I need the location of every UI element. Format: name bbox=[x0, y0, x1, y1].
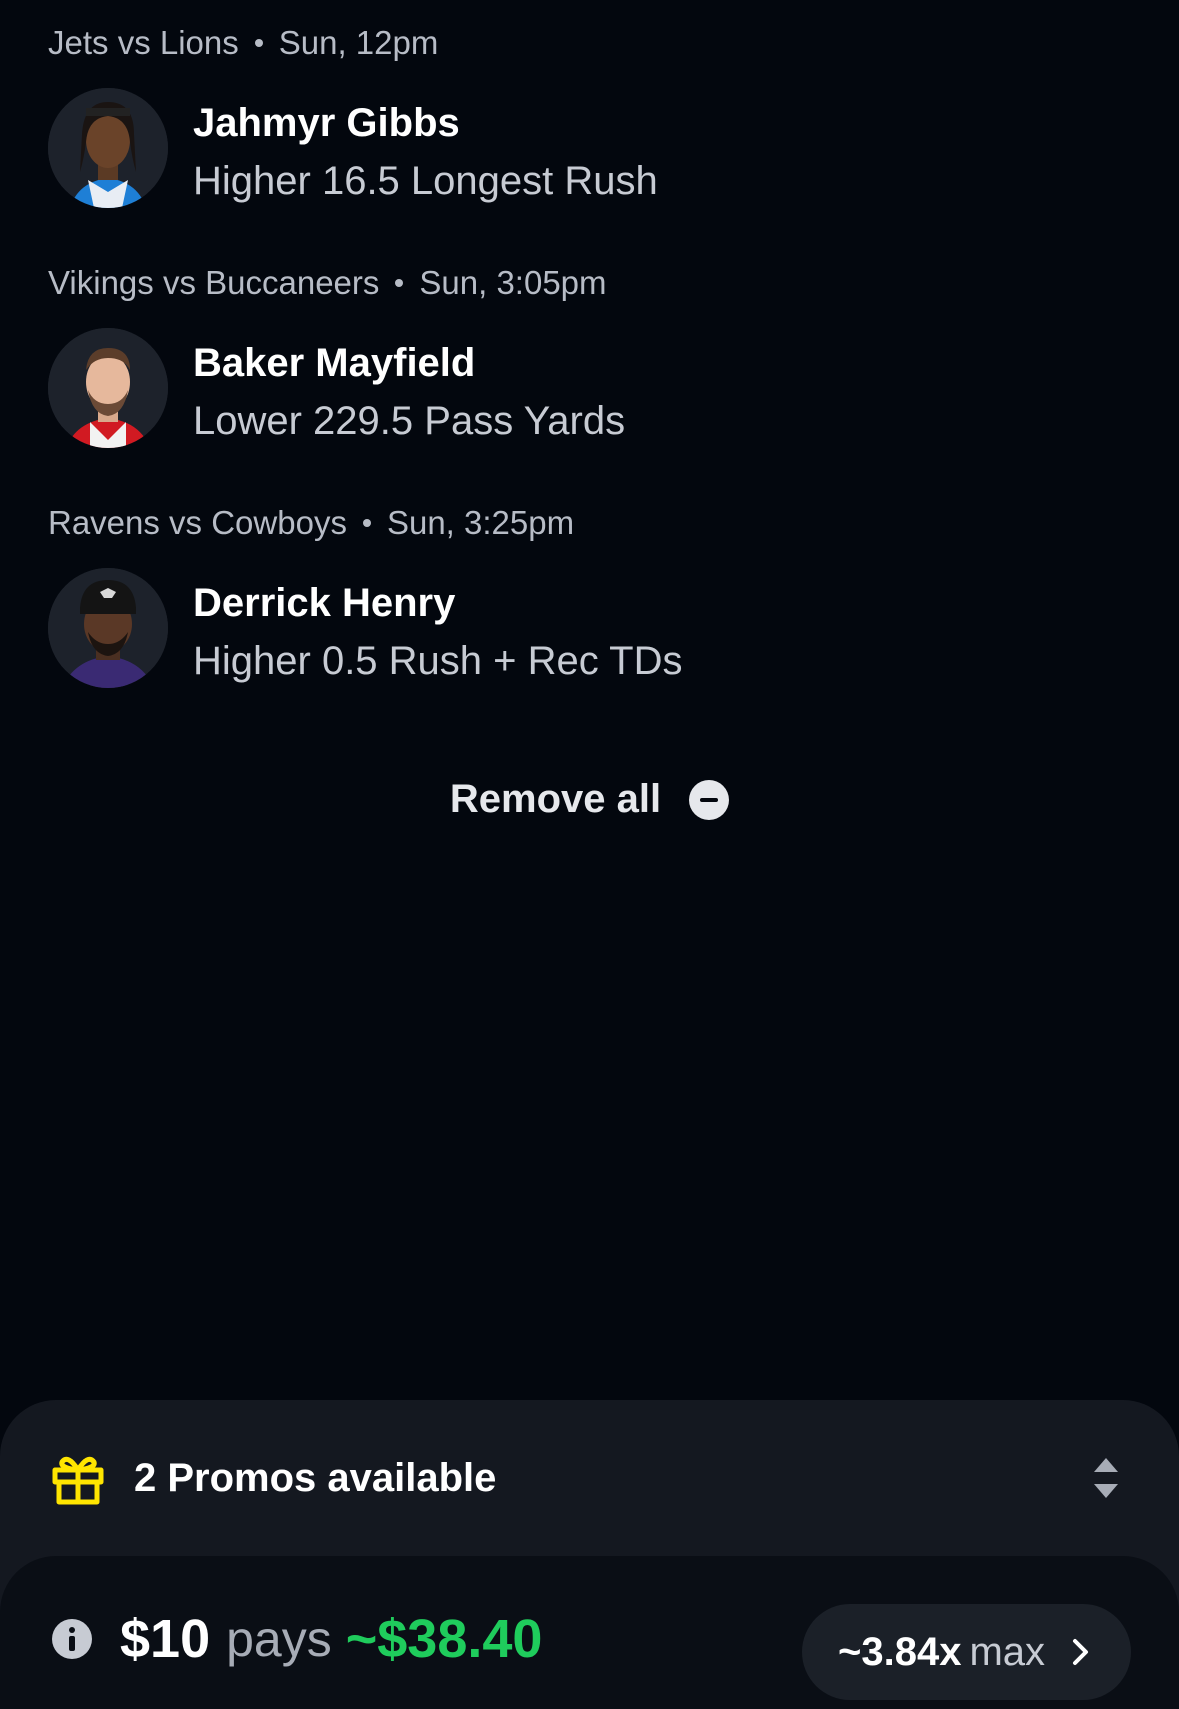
player-name: Derrick Henry bbox=[193, 581, 456, 625]
promos-selector[interactable]: 2 Promos available bbox=[50, 1448, 1129, 1508]
stake-amount[interactable]: $10 bbox=[120, 1608, 210, 1670]
pick-card[interactable]: Vikings vs Buccaneers Sun, 3:05pm Baker … bbox=[48, 258, 1128, 498]
multiplier-button[interactable]: ~3.84x max bbox=[802, 1604, 1131, 1700]
remove-all-button[interactable]: Remove all bbox=[449, 777, 730, 822]
player-avatar bbox=[48, 88, 168, 208]
game-time: Sun, 3:25pm bbox=[386, 504, 575, 541]
multiplier-value: ~3.84x bbox=[838, 1629, 962, 1674]
game-info: Jets vs Lions Sun, 12pm bbox=[48, 18, 1128, 68]
player-prop: Higher 0.5 Rush + Rec TDs bbox=[193, 639, 683, 683]
promos-label: 2 Promos available bbox=[134, 1455, 497, 1500]
player-name: Jahmyr Gibbs bbox=[193, 101, 460, 145]
separator-dot bbox=[395, 279, 404, 287]
pays-label: pays bbox=[226, 1611, 332, 1667]
picks-list: Jets vs Lions Sun, 12pm Jahmyr Gibbs Hig… bbox=[48, 18, 1128, 738]
gift-icon bbox=[52, 1456, 104, 1505]
pick-card[interactable]: Jets vs Lions Sun, 12pm Jahmyr Gibbs Hig… bbox=[48, 18, 1128, 258]
bottom-sheet: 2 Promos available $10 pays ~$38.40 ~3.8… bbox=[0, 1400, 1179, 1709]
game-info: Vikings vs Buccaneers Sun, 3:05pm bbox=[48, 258, 1128, 308]
game-time: Sun, 12pm bbox=[278, 24, 439, 61]
remove-all-label: Remove all bbox=[449, 777, 662, 821]
player-name: Baker Mayfield bbox=[193, 341, 476, 385]
player-prop: Higher 16.5 Longest Rush bbox=[193, 159, 658, 203]
game-time: Sun, 3:05pm bbox=[419, 264, 607, 301]
player-row: Jahmyr Gibbs Higher 16.5 Longest Rush bbox=[48, 88, 658, 210]
game-matchup: Vikings vs Buccaneers bbox=[48, 264, 380, 301]
game-matchup: Ravens vs Cowboys bbox=[48, 504, 347, 541]
player-avatar bbox=[48, 328, 168, 448]
payout-amount: ~$38.40 bbox=[345, 1609, 543, 1669]
multiplier-suffix: max bbox=[969, 1629, 1046, 1674]
separator-dot bbox=[362, 519, 371, 527]
player-row: Derrick Henry Higher 0.5 Rush + Rec TDs bbox=[48, 568, 682, 690]
minus-circle-icon bbox=[689, 779, 730, 820]
game-info: Ravens vs Cowboys Sun, 3:25pm bbox=[48, 498, 1128, 548]
payout-summary: $10 pays ~$38.40 bbox=[52, 1608, 542, 1670]
remove-all-row: Remove all bbox=[0, 777, 1179, 822]
game-matchup: Jets vs Lions bbox=[48, 24, 239, 61]
payout-panel: $10 pays ~$38.40 ~3.84x max bbox=[0, 1556, 1179, 1709]
sort-arrows-icon bbox=[1094, 1458, 1118, 1498]
chevron-right-icon bbox=[1073, 1639, 1089, 1665]
pick-card[interactable]: Ravens vs Cowboys Sun, 3:25pm Derrick He… bbox=[48, 498, 1128, 738]
player-row: Baker Mayfield Lower 229.5 Pass Yards bbox=[48, 328, 625, 450]
info-icon[interactable] bbox=[52, 1619, 92, 1659]
player-avatar bbox=[48, 568, 168, 688]
separator-dot bbox=[254, 39, 263, 47]
lineup-screen: Jets vs Lions Sun, 12pm Jahmyr Gibbs Hig… bbox=[0, 0, 1179, 1709]
player-prop: Lower 229.5 Pass Yards bbox=[193, 399, 626, 443]
